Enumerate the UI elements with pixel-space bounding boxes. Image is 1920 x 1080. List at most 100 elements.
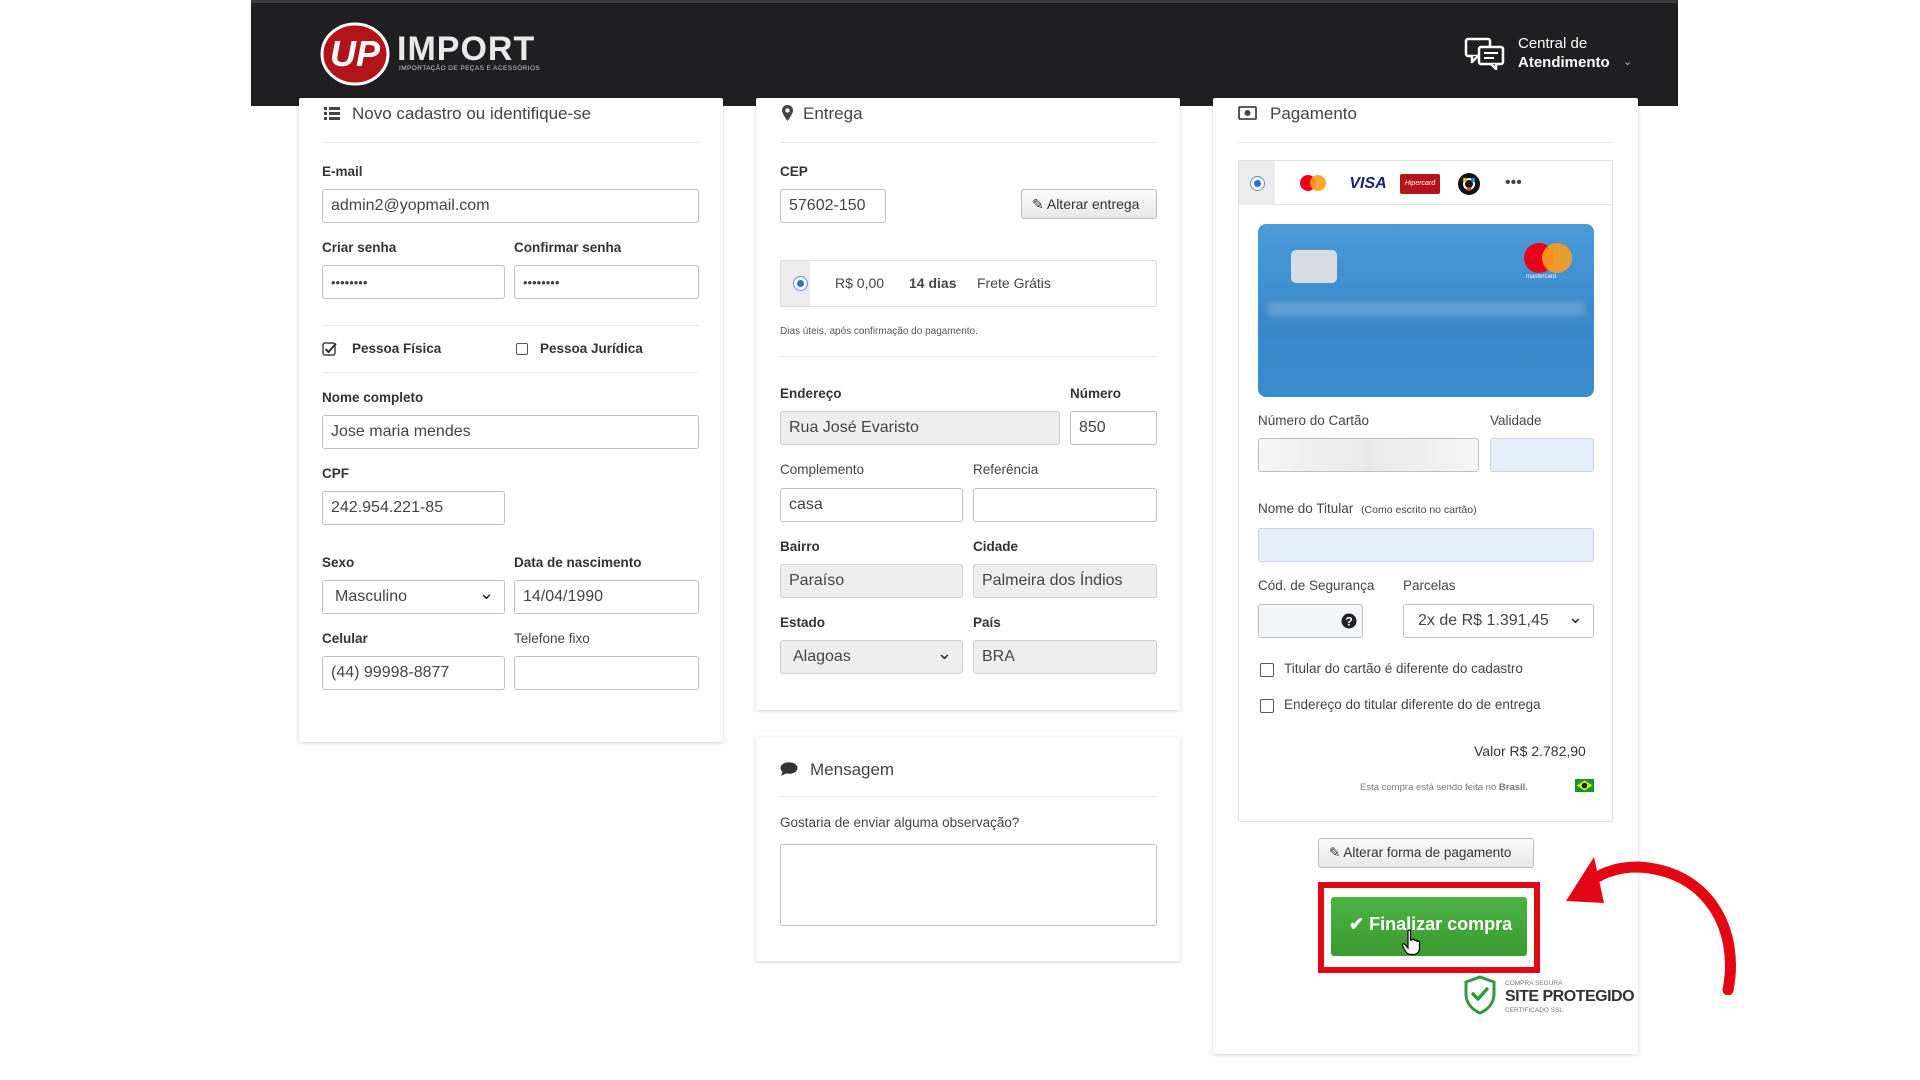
divider: [322, 325, 699, 326]
card-number-field[interactable]: [1258, 438, 1479, 472]
reference-field[interactable]: [973, 488, 1157, 522]
installments-select-value: 2x de R$ 1.391,45: [1418, 612, 1549, 629]
change-delivery-label: Alterar entrega: [1046, 196, 1140, 212]
cep-field[interactable]: 57602-150: [780, 189, 886, 223]
landline-label: Telefone fixo: [514, 631, 590, 646]
secure-purchase-label: COMPRA SEGURA: [1505, 980, 1563, 987]
question-circle-icon[interactable]: ?: [1341, 613, 1357, 629]
number-field[interactable]: 850: [1070, 411, 1157, 445]
change-delivery-button[interactable]: ✎ Alterar entrega: [1021, 189, 1157, 219]
installments-label: Parcelas: [1403, 578, 1456, 593]
brazil-note: Esta compra está sendo feita no Brasil.: [1360, 782, 1528, 793]
cep-label: CEP: [780, 164, 808, 179]
sex-select[interactable]: Masculino: [322, 580, 505, 614]
chevron-down-icon[interactable]: ⌄: [1623, 55, 1632, 68]
email-field[interactable]: admin2@yopmail.com: [322, 189, 699, 223]
state-select-value: Alagoas: [793, 648, 851, 665]
country-label: País: [973, 615, 1001, 630]
holder-diff-checkbox[interactable]: [1260, 663, 1274, 677]
district-field[interactable]: Paraíso: [780, 564, 963, 598]
more-brands-icon[interactable]: •••: [1505, 174, 1522, 192]
cpf-field[interactable]: 242.954.221-85: [322, 491, 505, 525]
elo-icon[interactable]: [1456, 172, 1482, 196]
city-field[interactable]: Palmeira dos Índios: [973, 564, 1157, 598]
installments-select[interactable]: 2x de R$ 1.391,45: [1403, 604, 1594, 638]
finish-purchase-button[interactable]: ✔ Finalizar compra: [1331, 897, 1527, 956]
card-radio[interactable]: [1250, 176, 1265, 191]
divider: [780, 796, 1157, 797]
shipping-name: Frete Grátis: [977, 275, 1051, 291]
message-title: Mensagem: [810, 760, 895, 779]
chat-bubbles-icon[interactable]: [1464, 36, 1506, 70]
logo-icon[interactable]: UP: [320, 22, 390, 86]
support-label-top[interactable]: Central de: [1518, 35, 1587, 52]
sex-label: Sexo: [322, 555, 355, 570]
card-mastercard-logo-icon: [1524, 243, 1572, 273]
mastercard-icon[interactable]: [1294, 172, 1332, 196]
logo-text[interactable]: IMPORT: [397, 30, 535, 69]
password-field[interactable]: ••••••••: [322, 265, 505, 299]
holder-name-field[interactable]: [1258, 528, 1594, 562]
delivery-title: Entrega: [803, 104, 863, 123]
complement-field[interactable]: casa: [780, 488, 963, 522]
district-label: Bairro: [780, 539, 820, 554]
hipercard-icon[interactable]: Hipercard: [1400, 174, 1440, 194]
person-physical-label[interactable]: Pessoa Física: [352, 341, 441, 356]
holder-diff-label[interactable]: Titular do cartão é diferente do cadastr…: [1284, 661, 1523, 676]
country-field[interactable]: BRA: [973, 640, 1157, 674]
complement-label: Complemento: [780, 462, 865, 477]
check-icon: ✔: [1349, 914, 1365, 934]
shipping-radio[interactable]: [793, 276, 808, 291]
card-chip: [1291, 250, 1337, 283]
holder-label: Nome do Titular (Como escrito no cartão): [1258, 501, 1477, 516]
brazil-note-prefix: Esta compra está sendo feita no: [1360, 782, 1497, 793]
message-textarea[interactable]: [780, 844, 1157, 926]
cellphone-field[interactable]: (44) 99998-8877: [322, 656, 505, 690]
address-diff-label[interactable]: Endereço do titular diferente do de entr…: [1284, 697, 1541, 712]
address-field[interactable]: Rua José Evaristo: [780, 411, 1060, 445]
confirm-password-field[interactable]: ••••••••: [514, 265, 699, 299]
comment-icon: [780, 762, 798, 776]
holder-label-text: Nome do Titular: [1258, 501, 1354, 516]
brazil-flag-icon: [1575, 779, 1594, 792]
validity-field[interactable]: [1490, 438, 1594, 472]
change-payment-button[interactable]: ✎ Alterar forma de pagamento: [1318, 838, 1534, 868]
divider: [322, 372, 699, 373]
svg-text:UP: UP: [330, 33, 381, 74]
cpf-label: CPF: [322, 466, 349, 481]
divider: [322, 142, 699, 143]
brazil-note-country: Brasil.: [1498, 782, 1528, 793]
address-diff-checkbox[interactable]: [1260, 699, 1274, 713]
landline-field[interactable]: [514, 656, 699, 690]
card-brand-text: mastercard: [1526, 274, 1557, 280]
divider: [780, 142, 1157, 143]
divider: [780, 356, 1157, 357]
sex-select-value: Masculino: [335, 588, 408, 605]
password-label: Criar senha: [322, 240, 397, 255]
confirm-password-label: Confirmar senha: [514, 240, 622, 255]
person-legal-label[interactable]: Pessoa Jurídica: [540, 341, 643, 356]
shipping-days: 14 dias: [909, 275, 957, 291]
shield-check-icon: [1464, 975, 1496, 1015]
shipping-price: R$ 0,00: [835, 275, 885, 291]
validity-label: Validade: [1490, 413, 1542, 428]
checkbox-checked-icon[interactable]: [322, 341, 337, 356]
money-icon: [1238, 106, 1257, 120]
support-label-bottom[interactable]: Atendimento: [1518, 54, 1610, 71]
city-label: Cidade: [973, 539, 1019, 554]
hand-pointer-cursor-icon: [1401, 929, 1421, 956]
message-prompt: Gostaria de enviar alguma observação?: [780, 815, 1020, 830]
divider: [1238, 142, 1614, 143]
visa-icon[interactable]: VISA: [1346, 172, 1390, 196]
finish-purchase-label: Finalizar compra: [1369, 914, 1513, 934]
ssl-certificate-label: CERTIFICADO SSL: [1505, 1007, 1564, 1014]
state-select[interactable]: Alagoas: [780, 640, 963, 674]
reference-label: Referência: [973, 462, 1039, 477]
pencil-icon: ✎: [1329, 845, 1341, 860]
person-legal-checkbox[interactable]: [516, 343, 528, 355]
order-total: Valor R$ 2.782,90: [1474, 743, 1586, 759]
birthdate-field[interactable]: 14/04/1990: [514, 580, 699, 614]
map-marker-icon: [782, 105, 793, 121]
fullname-field[interactable]: Jose maria mendes: [322, 415, 699, 449]
payment-title: Pagamento: [1270, 104, 1357, 123]
